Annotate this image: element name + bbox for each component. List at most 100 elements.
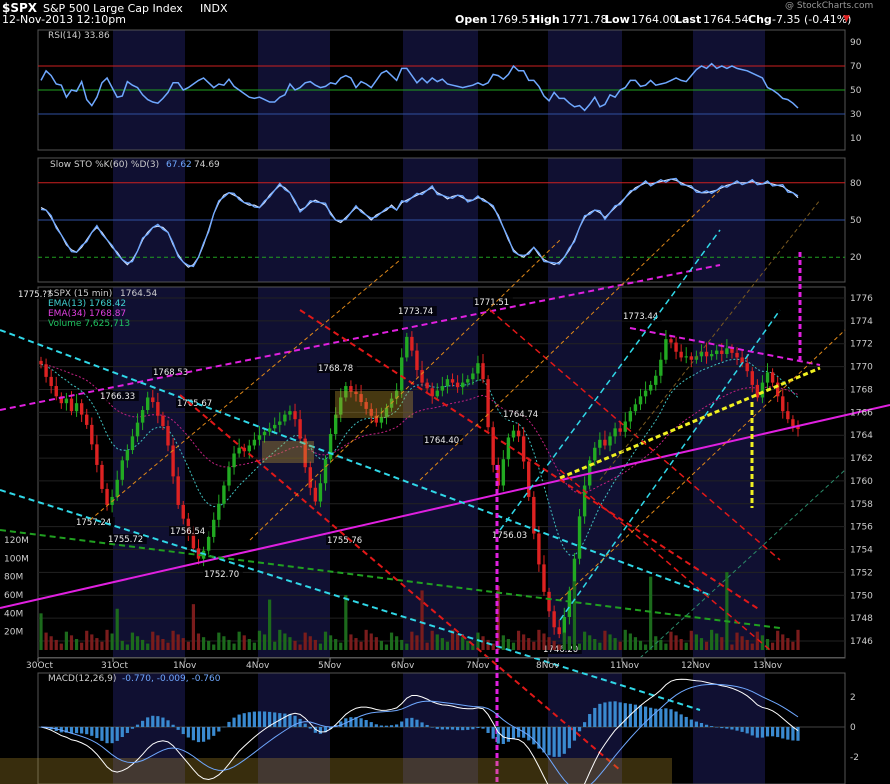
volume-bar: [598, 642, 602, 650]
volume-bar: [694, 634, 698, 650]
macd-histogram-bar: [135, 724, 140, 727]
macd-histogram-bar: [608, 701, 612, 727]
macd-histogram-bar: [750, 727, 754, 736]
sto-d-value: 74.69: [194, 160, 220, 170]
candle-body: [577, 516, 582, 559]
candle-body: [628, 411, 633, 422]
candle-body: [252, 439, 257, 446]
candle-body: [542, 564, 546, 592]
x-tick-label: 12Nov: [681, 661, 711, 671]
candle-body: [786, 411, 790, 420]
macd-histogram-bar: [796, 727, 800, 741]
macd-histogram-bar: [491, 727, 495, 739]
volume-bar: [638, 640, 643, 650]
macd-histogram-bar: [664, 708, 668, 727]
candle-body: [140, 410, 145, 423]
volume-bar: [318, 643, 323, 650]
macd-histogram-bar: [572, 727, 577, 741]
candle-body: [64, 398, 69, 404]
candle-body: [100, 464, 104, 489]
macd-histogram-bar: [151, 715, 155, 727]
candle-body: [130, 436, 135, 451]
macd-histogram-bar: [369, 722, 373, 727]
volume-bar: [537, 629, 541, 650]
candle-body: [735, 352, 739, 358]
candle-body: [455, 382, 460, 388]
price-annotation: 1764.40: [424, 436, 459, 446]
volume-bar: [364, 629, 368, 650]
volume-bar: [334, 639, 338, 650]
macd-histogram-bar: [161, 717, 165, 727]
candle-body: [791, 419, 795, 427]
volume-bar: [435, 634, 439, 650]
rsi-tick-label: 30: [850, 110, 862, 120]
macd-histogram-bar: [730, 727, 734, 730]
volume-tick-label: 20M: [4, 628, 23, 638]
candle-body: [85, 414, 89, 425]
candle-body: [552, 611, 556, 628]
macd-histogram-bar: [623, 703, 627, 727]
price-tick-label: 1774: [850, 317, 873, 327]
macd-histogram-bar: [567, 727, 571, 749]
day-band: [548, 287, 622, 658]
volume-bar: [704, 641, 709, 650]
price-tick-label: 1766: [850, 408, 873, 418]
volume-bar: [339, 642, 343, 650]
volume-bar: [770, 642, 775, 650]
candle-body: [222, 485, 226, 504]
macd-histogram-bar: [547, 727, 551, 756]
volume-bar: [222, 636, 226, 650]
macd-histogram-bar: [598, 703, 602, 727]
macd-histogram-bar: [247, 712, 251, 727]
macd-histogram-bar: [776, 727, 780, 738]
rsi-tick-label: 10: [850, 134, 862, 144]
price-tick-label: 1752: [850, 568, 873, 578]
macd-histogram-bar: [364, 720, 368, 727]
candle-body: [603, 439, 607, 446]
ema13-legend: EMA(13) 1768.42: [48, 299, 126, 309]
macd-histogram-bar: [613, 701, 617, 727]
volume-bar: [369, 633, 373, 650]
volume-bar: [516, 630, 521, 650]
macd-histogram-bar: [186, 727, 190, 738]
macd-histogram-bar: [105, 727, 109, 744]
macd-histogram-bar: [755, 727, 759, 738]
candle-body: [638, 396, 643, 405]
macd-histogram-bar: [288, 714, 292, 727]
macd-histogram-bar: [542, 727, 546, 753]
volume-bar: [247, 639, 251, 650]
volume-bar: [552, 640, 556, 650]
volume-bar: [781, 634, 785, 650]
volume-bar: [278, 629, 282, 650]
volume-bar: [603, 630, 607, 650]
candle-body: [593, 447, 597, 461]
macd-histogram-bar: [735, 727, 739, 731]
macd-histogram-bar: [85, 727, 89, 735]
volume-bar: [389, 632, 394, 650]
macd-histogram-bar: [303, 723, 307, 727]
price-annotation: 1773.44: [623, 312, 658, 322]
volume-bar: [405, 643, 409, 650]
volume-bar: [649, 576, 653, 650]
macd-histogram-bar: [176, 727, 180, 730]
rsi-tick-label: 90: [850, 38, 862, 48]
volume-bar: [379, 640, 383, 650]
price-annotation: 1756.54: [170, 527, 205, 537]
macd-histogram-bar: [593, 707, 597, 727]
volume-bar: [501, 635, 505, 650]
candle-body: [273, 424, 277, 429]
volume-bar: [156, 635, 160, 650]
volume-bar: [283, 633, 287, 650]
volume-bar: [481, 636, 485, 650]
volume-bar: [105, 629, 109, 650]
macd-histogram-bar: [405, 718, 409, 727]
candle-body: [400, 357, 404, 391]
volume-tick-label: 120M: [4, 536, 29, 546]
macd-histogram-bar: [141, 720, 145, 727]
macd-histogram-bar: [384, 725, 389, 727]
volume-bar: [293, 640, 297, 650]
candle-body: [39, 360, 43, 365]
volume-bar: [674, 635, 678, 650]
volume-bar: [257, 630, 262, 650]
macd-histogram-bar: [466, 727, 470, 730]
